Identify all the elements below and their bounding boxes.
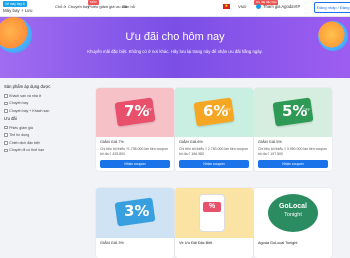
get-coupon-button[interactable]: Nhận coupon (179, 160, 249, 168)
off-label: OFF (303, 108, 311, 112)
coupon-image: GoLocal Tonight (254, 188, 332, 238)
coupon-image: 6% OFF (175, 88, 253, 137)
checkbox[interactable] (4, 101, 8, 106)
coupon-image: 3% (96, 188, 174, 238)
login-button[interactable]: Đăng nhập / Đăng ký (314, 2, 350, 13)
filter-option-limited-trip[interactable]: Chuyến đi có thời hạn (4, 147, 88, 155)
checkbox[interactable] (4, 148, 8, 153)
coupon-card[interactable]: 7% OFF GIẢM GIÁ 7% Chi tiêu tối thiểu ₫1… (96, 88, 174, 171)
filter-option-coupons[interactable]: Phiếu giảm giá (4, 124, 88, 132)
coupon-title: Về Ưu Đãi Đặc Biệt (179, 241, 213, 245)
coupon-description: Chi tiêu tối thiểu ₫ 3.950.000 lần tiền … (258, 147, 328, 156)
coupon-description: Chi tiêu tối thiểu ₫ 2.783.000 lần tiền … (179, 147, 249, 156)
brand-subtitle: Tonight (284, 212, 302, 218)
hero-banner: Ưu đãi cho hôm nay Khuyến mãi đặc biệt. … (0, 17, 350, 78)
coupon-image: 5% OFF (254, 88, 332, 137)
page-title: Ưu đãi cho hôm nay (125, 31, 225, 43)
brand-name: GoLocal (278, 203, 307, 210)
checkbox[interactable] (4, 109, 8, 113)
get-coupon-button[interactable]: Nhận coupon (258, 160, 328, 168)
coupon-card[interactable]: 5% OFF GIẢM GIÁ 5% Chi tiêu tối thiểu ₫ … (254, 88, 332, 171)
coupon-title: Agoda GoLocal Tonight (258, 241, 298, 245)
get-coupon-button[interactable]: Nhận coupon (100, 160, 170, 168)
checkbox[interactable] (4, 133, 8, 137)
currency-selector[interactable]: VND (238, 4, 246, 9)
checkbox[interactable] (4, 140, 8, 145)
join-vip-link[interactable]: Tham gia AgodaVIP (263, 4, 300, 9)
coupon-image: 7% OFF (96, 88, 174, 137)
logo[interactable]: Máy bay + Lưu (3, 8, 32, 13)
filter-option-flight-hotel[interactable]: Chuyến bay + Khách sạn (4, 107, 88, 115)
coupon-title: GIẢM GIÁ 5% (258, 140, 282, 144)
coupon-description: Chi tiêu tối thiểu ₫1.798.000 lần tiền c… (100, 147, 169, 156)
filter-option-flights[interactable]: Chuyến bay (4, 100, 88, 108)
filter-option-credit-card[interactable]: Thẻ tín dụng (4, 131, 88, 139)
nav-item-support[interactable]: Cần hỗ (122, 4, 135, 9)
discount-percent: 3% (124, 202, 150, 220)
discount-filter-title: Ưu đãi (4, 115, 17, 121)
logo-tagline: Vé máy bay & nhiều hơn (3, 1, 27, 12)
vietnam-flag-icon[interactable] (223, 3, 230, 9)
coupon-title: GIẢM GIÁ 3% (100, 241, 124, 245)
filter-option-campaign[interactable]: Chiến dịch đặc biệt (4, 139, 88, 147)
filter-option-hotels[interactable]: Khách sạn và nhà ở (4, 92, 88, 100)
percent-tag-icon: % (203, 202, 221, 212)
top-navigation-bar: Vé máy bay & nhiều hơn Máy bay + Lưu Chỗ… (0, 0, 350, 17)
coupon-title: GIẢM GIÁ 6% (179, 140, 203, 144)
checkbox[interactable] (4, 125, 8, 130)
coupon-title: GIẢM GIÁ 7% (100, 140, 124, 144)
coupon-card[interactable]: 6% OFF GIẢM GIÁ 6% Chi tiêu tối thiểu ₫ … (175, 88, 253, 171)
checkbox[interactable] (4, 94, 8, 98)
coupon-card[interactable]: GoLocal Tonight Agoda GoLocal Tonight (254, 188, 332, 258)
coupon-image: % (175, 188, 253, 238)
nav-item-flights[interactable]: Chuyến bay (68, 4, 89, 9)
page-subtitle: Khuyến mãi đặc biệt. Không có ở nơi khác… (87, 49, 263, 54)
products-filter-title: Sản phẩm áp dụng được (4, 84, 51, 89)
nav-item-lodging[interactable]: Chỗ ở (55, 4, 66, 9)
filter-sidebar: Sản phẩm áp dụng được Khách sạn và nhà ở… (4, 84, 88, 154)
coupon-card[interactable]: % Về Ưu Đãi Đặc Biệt (175, 188, 253, 258)
phone-icon (199, 194, 225, 232)
coupon-card[interactable]: 3% GIẢM GIÁ 3% (96, 188, 174, 258)
off-label: OFF (224, 108, 232, 112)
vip-icon (256, 4, 261, 9)
off-label: OFF (145, 108, 153, 112)
